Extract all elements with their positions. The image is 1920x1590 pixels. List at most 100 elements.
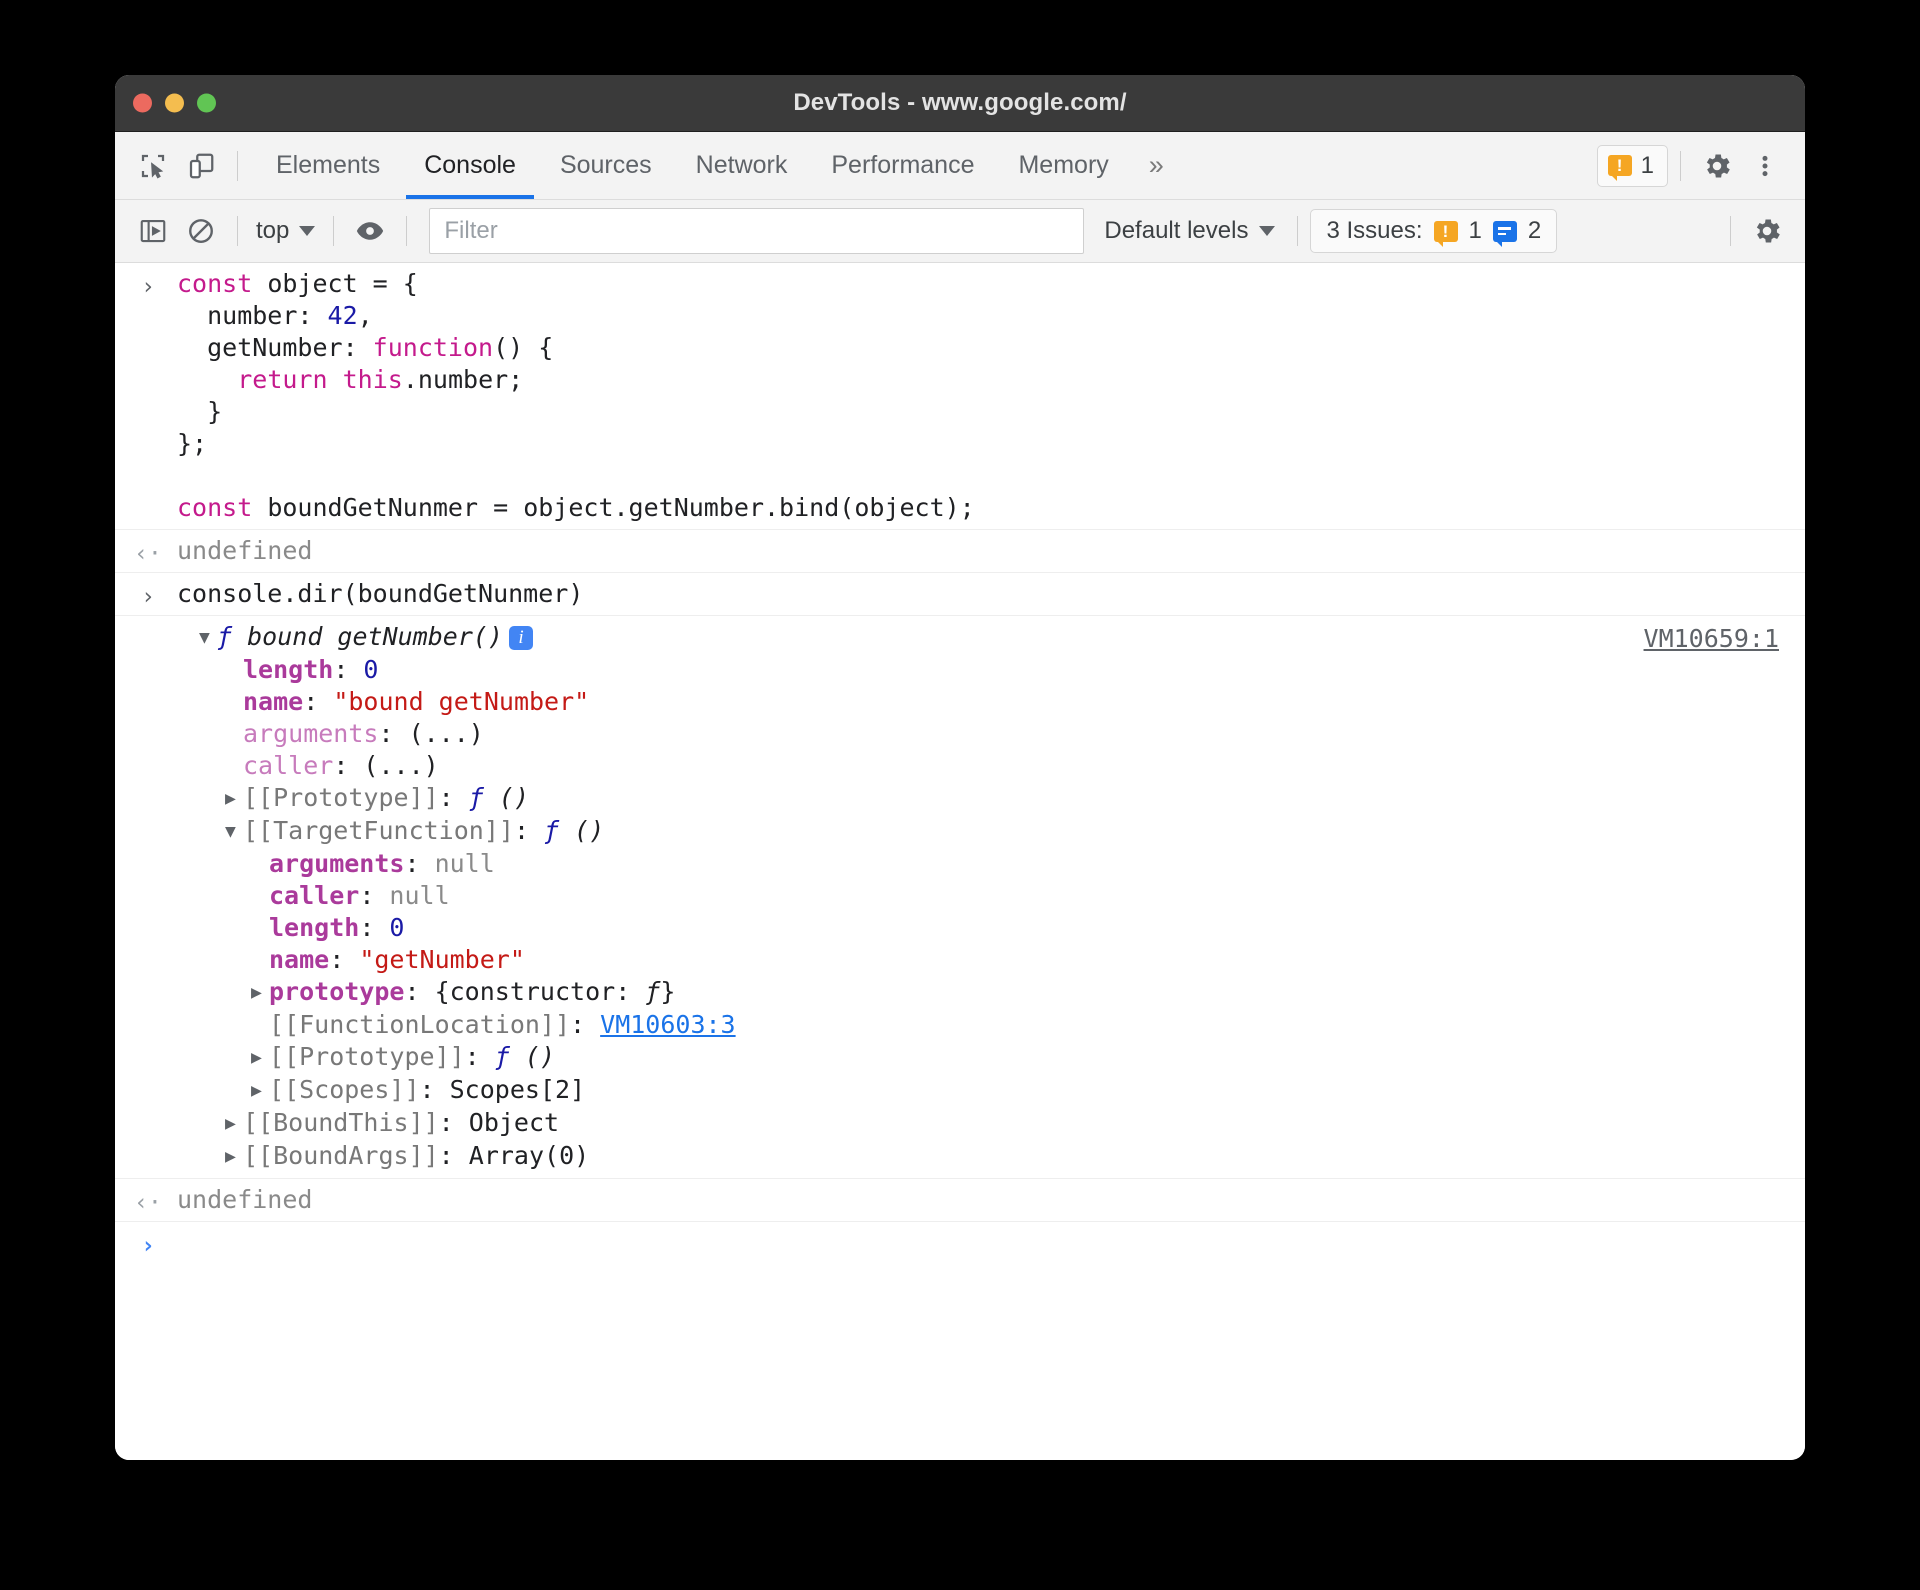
function-glyph: ƒ: [494, 1042, 510, 1071]
object-tree-row[interactable]: ▶ [[Scopes]]: Scopes[2]: [251, 1074, 1785, 1107]
code-token: 42: [327, 301, 358, 330]
expand-triangle-icon[interactable]: ▼: [199, 622, 217, 654]
object-tree-row[interactable]: ▼ [[TargetFunction]]: ƒ (): [225, 815, 1785, 848]
property-key: arguments: [243, 719, 379, 748]
object-tree[interactable]: ▼ ƒ bound getNumber() i length: 0 name: "bou…: [115, 621, 1805, 1173]
more-tabs-icon[interactable]: »: [1131, 132, 1182, 199]
info-badge-icon[interactable]: i: [508, 626, 533, 650]
warning-bubble-icon: !: [1607, 155, 1632, 181]
property-key: name: [243, 687, 304, 716]
property-separator: :: [303, 687, 334, 716]
function-parens: (): [509, 1042, 555, 1071]
object-tree-row[interactable]: caller: (...): [225, 750, 1785, 782]
property-separator: :: [570, 1010, 601, 1039]
source-location-link[interactable]: VM10659:1: [1644, 623, 1779, 655]
property-value: {constructor: ƒ}: [435, 977, 676, 1006]
clear-console-icon[interactable]: [177, 207, 225, 255]
property-key: [[BoundArgs]]: [243, 1141, 439, 1170]
object-tree-row[interactable]: caller: null: [251, 880, 1785, 912]
console-result-message: ‹· undefined: [115, 530, 1805, 573]
expand-triangle-icon[interactable]: ▼: [225, 816, 243, 848]
toolbar-divider: [237, 216, 238, 246]
device-toolbar-icon[interactable]: [177, 142, 225, 190]
close-button[interactable]: [133, 93, 152, 113]
code-token: };: [177, 429, 208, 458]
expand-triangle-icon[interactable]: ▶: [225, 1108, 243, 1140]
expand-triangle-icon[interactable]: ▶: [251, 1042, 269, 1074]
execution-context-selector[interactable]: top: [250, 217, 321, 245]
code-line: }: [177, 396, 1785, 428]
log-levels-selector[interactable]: Default levels: [1094, 217, 1285, 245]
warning-count-button[interactable]: ! 1: [1596, 144, 1668, 187]
console-result-value: undefined: [177, 1185, 313, 1214]
maximize-button[interactable]: [197, 93, 216, 113]
property-key: length: [243, 655, 334, 684]
toolbar-divider: [237, 150, 238, 181]
console-sidebar-icon[interactable]: [129, 207, 177, 255]
function-parens: (): [559, 816, 605, 845]
object-tree-row[interactable]: ▶ [[Prototype]]: ƒ (): [251, 1041, 1785, 1074]
expand-triangle-icon[interactable]: ▶: [251, 977, 269, 1009]
property-value: Scopes[2]: [449, 1075, 586, 1104]
object-tree-row[interactable]: length: 0: [251, 912, 1785, 944]
object-tree-row[interactable]: [[FunctionLocation]]: VM10603:3: [251, 1009, 1785, 1041]
inspect-element-icon[interactable]: [129, 142, 177, 190]
console-input-code: console.dir(boundGetNunmer): [177, 579, 584, 608]
console-input-message[interactable]: › const object = { number: 42, getNumber…: [115, 263, 1805, 530]
object-tree-header[interactable]: ▼ ƒ bound getNumber() i: [199, 621, 1785, 654]
tab-console[interactable]: Console: [402, 132, 538, 199]
object-tree-row[interactable]: ▶ prototype: {constructor: ƒ}: [251, 976, 1785, 1009]
property-separator: :: [404, 977, 435, 1006]
traffic-lights[interactable]: [133, 93, 216, 113]
object-tree-row[interactable]: length: 0: [225, 654, 1785, 686]
property-separator: :: [359, 913, 390, 942]
warning-bubble-icon: !: [1433, 220, 1458, 247]
object-tree-row[interactable]: ▶ [[BoundThis]]: Object: [225, 1107, 1785, 1140]
function-glyph: ƒ: [544, 816, 560, 845]
code-token: ,: [357, 301, 373, 330]
tab-sources[interactable]: Sources: [538, 132, 674, 199]
minimize-button[interactable]: [165, 93, 184, 113]
function-parens: (): [483, 783, 529, 812]
warning-count-label: 1: [1640, 151, 1654, 179]
object-tree-row[interactable]: name: "getNumber": [251, 944, 1785, 976]
function-signature: bound getNumber(): [247, 622, 503, 651]
expand-triangle-icon[interactable]: ▶: [225, 1141, 243, 1173]
object-tree-row[interactable]: arguments: null: [251, 848, 1785, 880]
object-tree-row[interactable]: ▶ [[BoundArgs]]: Array(0): [225, 1140, 1785, 1173]
vertical-dots-icon[interactable]: [1741, 142, 1789, 190]
property-key: arguments: [269, 849, 405, 878]
console-dir-output[interactable]: ▼ ƒ bound getNumber() i length: 0 name: "bou…: [115, 616, 1805, 1179]
object-tree-row[interactable]: name: "bound getNumber": [225, 686, 1785, 718]
property-separator: :: [464, 1042, 495, 1071]
tab-elements[interactable]: Elements: [254, 132, 402, 199]
function-location-link[interactable]: VM10603:3: [600, 1010, 735, 1039]
filter-input[interactable]: Filter: [429, 208, 1085, 254]
console-toolbar: top Filter Default levels 3 Issues: ! 1: [115, 200, 1805, 263]
object-tree-row[interactable]: arguments: (...): [225, 718, 1785, 750]
code-token: const: [177, 493, 253, 522]
tab-label: Elements: [276, 151, 381, 179]
expand-triangle-icon[interactable]: ▶: [251, 1075, 269, 1107]
console-message-list[interactable]: › const object = { number: 42, getNumber…: [115, 263, 1805, 1460]
property-value: 0: [389, 913, 405, 942]
issues-button[interactable]: 3 Issues: ! 1 2: [1310, 209, 1558, 253]
code-token: const: [177, 269, 253, 298]
tab-network[interactable]: Network: [674, 132, 810, 199]
console-prompt[interactable]: ›: [115, 1222, 1805, 1259]
function-glyph: ƒ: [468, 783, 484, 812]
property-separator: :: [438, 1108, 469, 1137]
expand-triangle-icon[interactable]: ▶: [225, 783, 243, 815]
tab-performance[interactable]: Performance: [809, 132, 996, 199]
property-key: [[BoundThis]]: [243, 1108, 439, 1137]
live-expression-eye-icon[interactable]: [346, 207, 394, 255]
property-separator: :: [438, 783, 469, 812]
tab-memory[interactable]: Memory: [996, 132, 1130, 199]
gear-icon[interactable]: [1693, 142, 1741, 190]
code-line: getNumber: function() {: [177, 332, 1785, 364]
object-tree-row[interactable]: ▶ [[Prototype]]: ƒ (): [225, 782, 1785, 815]
toolbar-divider: [1730, 216, 1731, 246]
tab-label: Sources: [559, 151, 652, 179]
gear-icon[interactable]: [1743, 207, 1791, 255]
console-input-message[interactable]: › console.dir(boundGetNunmer): [115, 573, 1805, 616]
